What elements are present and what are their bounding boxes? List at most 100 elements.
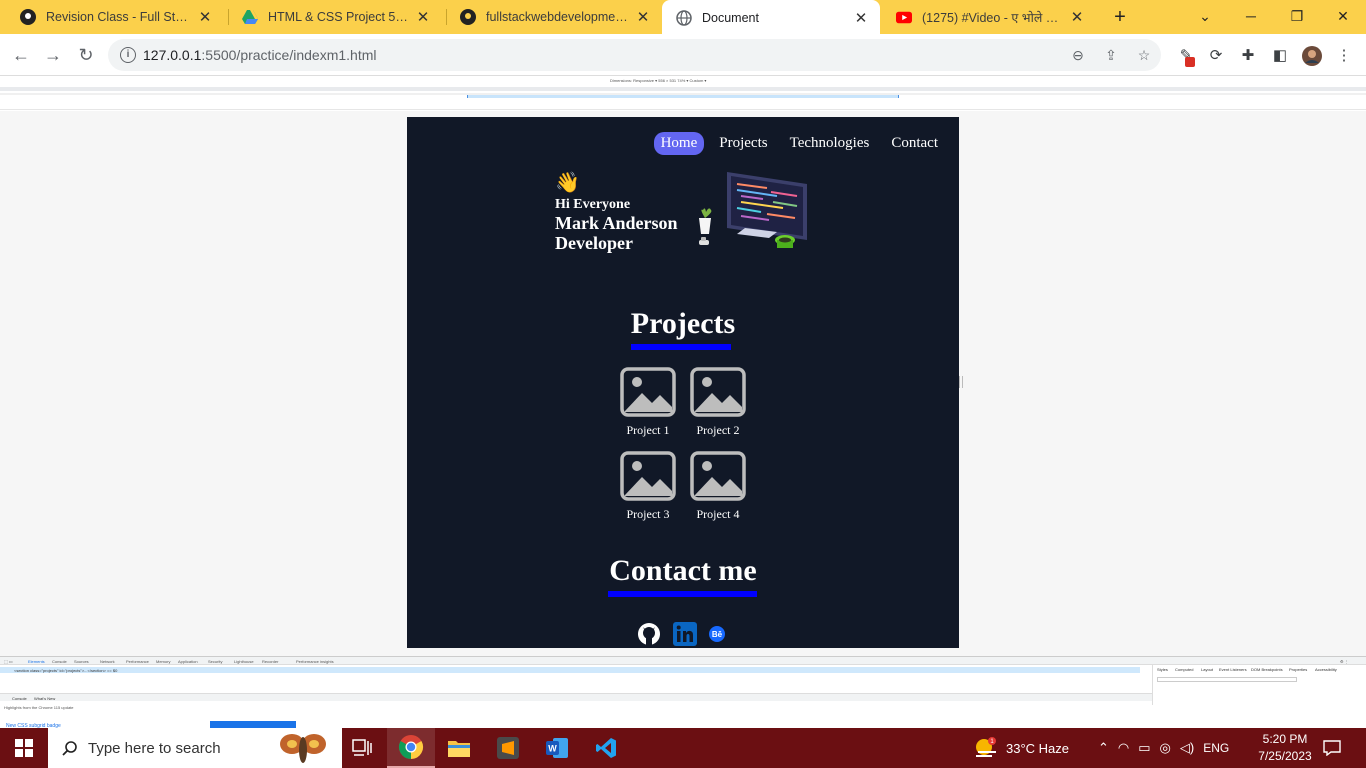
vscode-icon[interactable] xyxy=(582,728,630,768)
devtools-tab-performance[interactable]: Performance xyxy=(126,659,149,664)
contact-heading-underline xyxy=(608,591,757,597)
drawer-tab-whats-new[interactable]: What's New xyxy=(34,696,55,701)
devtools-tab-recorder[interactable]: Recorder xyxy=(262,659,278,664)
taskbar-search-box[interactable]: Type here to search xyxy=(48,728,342,768)
wifi-icon[interactable]: ◠ xyxy=(1118,740,1129,756)
dom-breakpoints-tab[interactable]: DOM Breakpoints xyxy=(1251,667,1283,672)
windows-start-button[interactable] xyxy=(0,728,48,768)
back-button[interactable]: ← xyxy=(8,42,34,68)
nav-projects[interactable]: Projects xyxy=(712,132,774,155)
sync-extension-icon[interactable]: ⟳ xyxy=(1206,46,1226,66)
windows-taskbar: Type here to search W 1 33°C Haze ⌃ ◠ ▭ … xyxy=(0,728,1366,768)
computed-tab[interactable]: Computed xyxy=(1175,667,1193,672)
microsoft-word-icon[interactable]: W xyxy=(533,728,581,768)
restore-button[interactable]: ❐ xyxy=(1274,0,1320,34)
notification-center-icon[interactable] xyxy=(1323,728,1341,768)
webcam-icon[interactable]: ◎ xyxy=(1160,740,1171,756)
project-label: Project 3 xyxy=(626,507,670,521)
linkedin-icon[interactable] xyxy=(673,622,697,646)
devtools-tab-memory[interactable]: Memory xyxy=(156,659,170,664)
tab-fullstack-github[interactable]: fullstackwebdevelopment/10 ✕ xyxy=(446,0,662,34)
close-window-button[interactable]: ✕ xyxy=(1320,0,1366,34)
dom-tree-selected-line[interactable]: <section class="projects" id="projects">… xyxy=(0,667,1140,673)
close-icon[interactable]: ✕ xyxy=(1068,8,1086,26)
devtools-tab-sources[interactable]: Sources xyxy=(74,659,89,664)
system-clock[interactable]: 5:20 PM 7/25/2023 xyxy=(1255,731,1315,765)
devtools-tab-elements[interactable]: Elements xyxy=(28,659,45,664)
forward-button[interactable]: → xyxy=(40,42,66,68)
site-info-icon[interactable]: i xyxy=(120,47,136,63)
chrome-taskbar-icon[interactable] xyxy=(387,728,435,768)
weather-sun-icon: 1 xyxy=(976,737,996,757)
properties-tab[interactable]: Properties xyxy=(1289,667,1307,672)
behance-icon[interactable]: Bē xyxy=(709,626,725,642)
devtools-tab-performance-insights[interactable]: Performance insights xyxy=(296,659,334,664)
devtools-tab-security[interactable]: Security xyxy=(208,659,222,664)
image-placeholder-icon xyxy=(620,367,676,417)
project-card[interactable]: Project 2 xyxy=(688,367,748,438)
svg-text:Bē: Bē xyxy=(712,630,723,639)
devtools-tab-application[interactable]: Application xyxy=(178,659,198,664)
language-indicator[interactable]: ENG xyxy=(1203,741,1229,755)
youtube-icon xyxy=(896,9,912,25)
devtools-tab-bar: ⬚ ▭ Elements Console Sources Network Per… xyxy=(0,657,1366,665)
nav-home[interactable]: Home xyxy=(653,132,705,155)
inspect-element-icon[interactable]: ⬚ ▭ xyxy=(4,659,13,664)
nav-technologies[interactable]: Technologies xyxy=(783,132,877,155)
device-dimensions[interactable]: Dimensions: Responsive ▾ 556 × 531 74% ▾… xyxy=(610,78,706,83)
hero-intro: 👋 Hi Everyone Mark Anderson Developer xyxy=(555,172,678,253)
minimize-button[interactable]: ─ xyxy=(1228,0,1274,34)
new-tab-button[interactable]: + xyxy=(1108,5,1132,29)
project-card[interactable]: Project 4 xyxy=(688,451,748,522)
layout-tab[interactable]: Layout xyxy=(1201,667,1213,672)
styles-filter-input[interactable] xyxy=(1157,677,1297,682)
tab-revision-class[interactable]: Revision Class - Full Stack we ✕ xyxy=(6,0,224,34)
chrome-menu-icon[interactable]: ⋮ xyxy=(1334,46,1354,66)
address-bar[interactable]: i 127.0.0.1:5500/practice/indexm1.html ⊖… xyxy=(108,39,1161,71)
drawer-tab-console[interactable]: Console xyxy=(12,696,27,701)
hero-greeting: Hi Everyone xyxy=(555,197,631,212)
share-icon[interactable]: ⇪ xyxy=(1101,45,1121,65)
bookmark-star-icon[interactable]: ☆ xyxy=(1134,45,1154,65)
devtools-tab-console[interactable]: Console xyxy=(52,659,67,664)
styles-tab[interactable]: Styles xyxy=(1157,667,1168,672)
color-picker-extension-icon[interactable]: ✎ xyxy=(1176,46,1196,67)
devtools-tab-lighthouse[interactable]: Lighthouse xyxy=(234,659,254,664)
project-card[interactable]: Project 1 xyxy=(618,367,678,438)
volume-icon[interactable]: ◁) xyxy=(1180,740,1194,756)
clock-date: 7/25/2023 xyxy=(1258,749,1312,763)
image-placeholder-icon xyxy=(620,451,676,501)
hero-name: Mark Anderson xyxy=(555,213,678,233)
portfolio-page: Home Projects Technologies Contact 👋 Hi … xyxy=(407,117,959,648)
side-panel-icon[interactable]: ◧ xyxy=(1270,46,1290,66)
close-icon[interactable]: ✕ xyxy=(196,8,214,26)
battery-icon[interactable]: ▭ xyxy=(1138,740,1150,756)
task-view-icon[interactable] xyxy=(338,728,386,768)
console-drawer-tabs: Console What's New xyxy=(0,693,1152,701)
viewport-resize-handle[interactable] xyxy=(959,376,963,388)
media-query-range[interactable] xyxy=(467,95,899,98)
nav-contact[interactable]: Contact xyxy=(884,132,945,155)
show-hidden-icons-chevron-icon[interactable]: ⌃ xyxy=(1098,740,1109,756)
devtools-tab-network[interactable]: Network xyxy=(100,659,115,664)
settings-gear-icon[interactable]: ⚙ ⋮ xyxy=(1340,659,1349,664)
close-icon[interactable]: ✕ xyxy=(414,8,432,26)
tab-search-chevron-icon[interactable]: ⌄ xyxy=(1182,0,1228,34)
event-listeners-tab[interactable]: Event Listeners xyxy=(1219,667,1247,672)
profile-avatar[interactable] xyxy=(1302,46,1322,66)
reload-button[interactable]: ↻ xyxy=(73,42,99,68)
zoom-icon[interactable]: ⊖ xyxy=(1068,45,1088,65)
project-card[interactable]: Project 3 xyxy=(618,451,678,522)
close-icon[interactable]: ✕ xyxy=(634,8,652,26)
tab-html-css-project[interactable]: HTML & CSS Project 5.pdf - G ✕ xyxy=(228,0,442,34)
sublime-text-icon[interactable] xyxy=(484,728,532,768)
tab-youtube-video[interactable]: (1275) #Video - ए भोले बाबा | ✕ xyxy=(882,0,1096,34)
clock-time: 5:20 PM xyxy=(1262,732,1308,746)
accessibility-tab[interactable]: Accessibility xyxy=(1315,667,1337,672)
extensions-puzzle-icon[interactable]: ✚ xyxy=(1238,46,1258,66)
tab-document[interactable]: Document ✕ xyxy=(662,0,880,36)
close-icon[interactable]: ✕ xyxy=(852,9,870,27)
github-icon[interactable] xyxy=(637,622,661,646)
file-explorer-icon[interactable] xyxy=(435,728,483,768)
weather-widget[interactable]: 1 33°C Haze xyxy=(972,728,1069,768)
